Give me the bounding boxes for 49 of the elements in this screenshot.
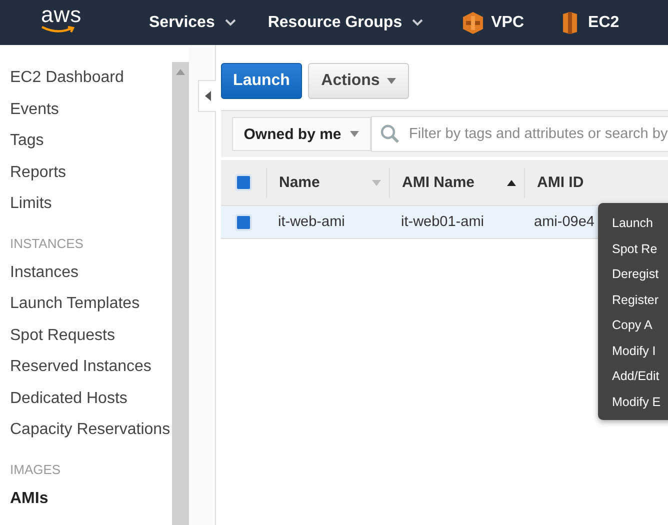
caret-left-icon xyxy=(204,91,210,101)
sidebar-item[interactable]: Reports xyxy=(10,156,172,188)
sidebar-item[interactable]: Limits xyxy=(10,188,172,220)
actions-dropdown[interactable]: Actions xyxy=(308,63,409,99)
sidebar-item[interactable]: Reserved Instances xyxy=(10,351,172,382)
smile-arrow-icon xyxy=(41,26,75,34)
row-checkbox[interactable] xyxy=(235,214,252,230)
table-cell-text: ami-09e4 xyxy=(533,214,594,230)
sidebar-section-header: INSTANCES xyxy=(10,234,84,252)
nav-menu[interactable]: Resource Groups xyxy=(268,14,424,32)
context-menu-item[interactable]: Spot Re xyxy=(598,236,668,262)
caret-down-icon xyxy=(350,131,360,137)
context-menu-item[interactable]: Modify E xyxy=(598,390,668,415)
table-cell-text: it-web-ami xyxy=(277,214,346,230)
sidebar-item[interactable]: AMIs xyxy=(10,482,172,514)
context-menu-item[interactable]: Deregist xyxy=(598,262,668,288)
search-field[interactable]: Filter by tags and attributes or search by xyxy=(371,116,668,152)
context-menu-item[interactable]: Modify I xyxy=(598,338,668,364)
column-header[interactable]: AMI Name xyxy=(389,168,524,198)
select-all-checkbox[interactable] xyxy=(235,174,252,191)
sidebar-item[interactable]: Instances xyxy=(10,256,172,288)
context-menu-item[interactable]: Copy A xyxy=(598,313,668,338)
sidebar-item[interactable]: Spot Requests xyxy=(10,320,172,351)
owner-filter-dropdown[interactable]: Owned by me xyxy=(232,117,371,151)
sidebar-item[interactable]: Capacity Reservations xyxy=(10,414,172,446)
logo-text: aws xyxy=(41,5,82,25)
chevron-down-icon xyxy=(412,19,424,26)
context-menu-item[interactable]: Add/Edit xyxy=(598,364,668,390)
table-cell-text: it-web01-ami xyxy=(400,214,485,230)
aws-logo[interactable]: aws xyxy=(41,5,101,34)
nav-menu[interactable]: Services xyxy=(149,14,236,32)
chevron-down-icon xyxy=(224,19,236,26)
sidebar-item[interactable]: Dedicated Hosts xyxy=(10,382,172,414)
sidebar-item[interactable]: Launch Templates xyxy=(10,288,172,320)
vpc-icon xyxy=(463,12,484,34)
service-shortcut[interactable]: VPC xyxy=(463,12,524,34)
column-header[interactable]: Name xyxy=(266,168,389,198)
sidebar-item[interactable]: EC2 Dashboard xyxy=(10,62,172,94)
sidebar-item[interactable]: Events xyxy=(10,94,172,125)
sidebar-section-header: IMAGES xyxy=(10,460,62,478)
service-shortcut[interactable]: EC2 xyxy=(560,12,620,34)
collapse-sidebar-button[interactable] xyxy=(198,80,216,112)
caret-down-icon xyxy=(386,78,396,84)
context-menu-item[interactable]: Register xyxy=(598,288,668,313)
launch-button[interactable]: Launch xyxy=(221,63,302,99)
context-menu-item[interactable]: Launch xyxy=(598,211,668,236)
column-header[interactable]: AMI ID xyxy=(524,168,644,198)
scrollbar[interactable] xyxy=(172,62,189,525)
sidebar-item[interactable]: Tags xyxy=(10,125,172,156)
